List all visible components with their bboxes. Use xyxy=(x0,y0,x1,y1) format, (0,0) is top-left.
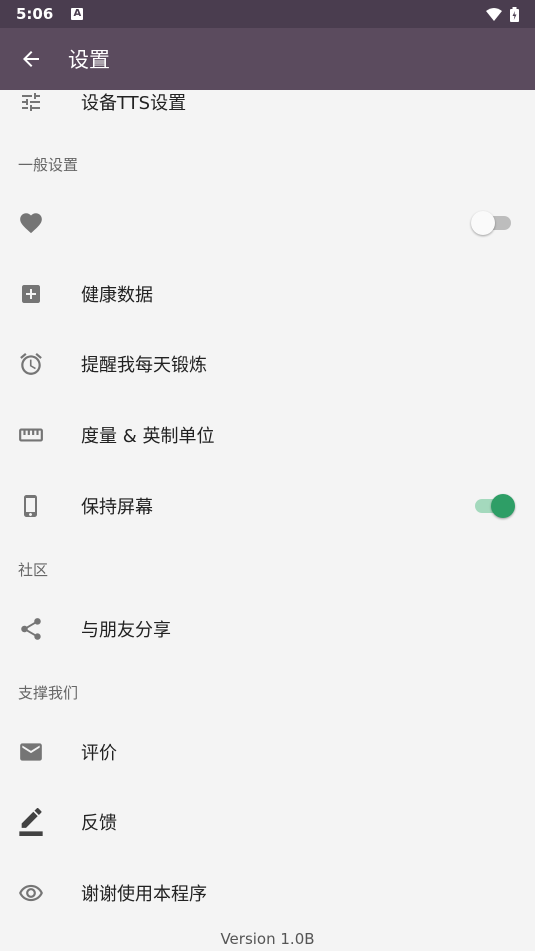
phone-icon xyxy=(17,492,45,520)
status-time: 5:06 xyxy=(16,5,54,23)
version-text: Version 1.0B xyxy=(220,930,315,948)
keep-screen-toggle[interactable] xyxy=(473,494,515,518)
settings-item-reminder[interactable]: 提醒我每天锻炼 xyxy=(0,329,535,399)
wifi-icon xyxy=(486,7,502,21)
settings-item-label: 健康数据 xyxy=(81,285,153,306)
settings-item-label: 设备TTS设置 xyxy=(81,93,187,114)
alarm-icon xyxy=(17,350,45,378)
settings-item-feedback[interactable]: 反馈 xyxy=(0,787,535,857)
settings-item-label: 度量 & 英制单位 xyxy=(81,426,215,447)
battery-icon xyxy=(510,6,519,22)
app-bar: 设置 xyxy=(0,28,535,90)
settings-item-label: 保持屏幕 xyxy=(81,497,153,518)
tune-icon xyxy=(17,90,45,116)
settings-item-label: 谢谢使用本程序 xyxy=(81,884,207,905)
arrow-back-icon xyxy=(23,51,39,67)
settings-item-label: 反馈 xyxy=(81,813,117,834)
eye-icon xyxy=(17,879,45,907)
status-right xyxy=(486,6,519,22)
settings-item-share[interactable]: 与朋友分享 xyxy=(0,594,535,664)
heart-icon xyxy=(17,209,45,237)
back-button[interactable] xyxy=(0,28,62,90)
settings-item-health[interactable]: 健康数据 xyxy=(0,259,535,329)
switch-thumb xyxy=(491,494,515,518)
settings-item-label: 评价 xyxy=(81,743,117,764)
settings-item-thanks[interactable]: 谢谢使用本程序 xyxy=(0,858,535,928)
medical-plus-icon xyxy=(17,280,45,308)
edit-pencil-icon xyxy=(17,808,45,836)
ruler-icon xyxy=(17,421,45,449)
switch-thumb xyxy=(471,211,495,235)
settings-item-rate[interactable]: 评价 xyxy=(0,717,535,787)
settings-item-keep-screen[interactable]: 保持屏幕 xyxy=(0,471,535,541)
section-header-general: 一般设置 xyxy=(18,156,79,174)
notification-badge: A xyxy=(71,8,84,20)
mail-icon xyxy=(17,738,45,766)
section-header-support: 支撑我们 xyxy=(18,684,79,702)
section-header-community: 社区 xyxy=(18,561,49,579)
share-icon xyxy=(17,615,45,643)
settings-item-label: 提醒我每天锻炼 xyxy=(81,355,207,376)
settings-item-heart[interactable] xyxy=(0,188,535,258)
heart-toggle[interactable] xyxy=(471,211,513,235)
settings-item-units[interactable]: 度量 & 英制单位 xyxy=(0,400,535,470)
settings-list[interactable]: 设备TTS设置 一般设置 健康数据 提醒我每天锻炼 度量 & 英制单位 保持屏幕… xyxy=(0,90,535,951)
page-title: 设置 xyxy=(68,48,110,72)
status-bar: 5:06 A xyxy=(0,0,535,28)
settings-item-tts[interactable]: 设备TTS设置 xyxy=(0,90,535,137)
settings-item-label: 与朋友分享 xyxy=(81,620,171,641)
